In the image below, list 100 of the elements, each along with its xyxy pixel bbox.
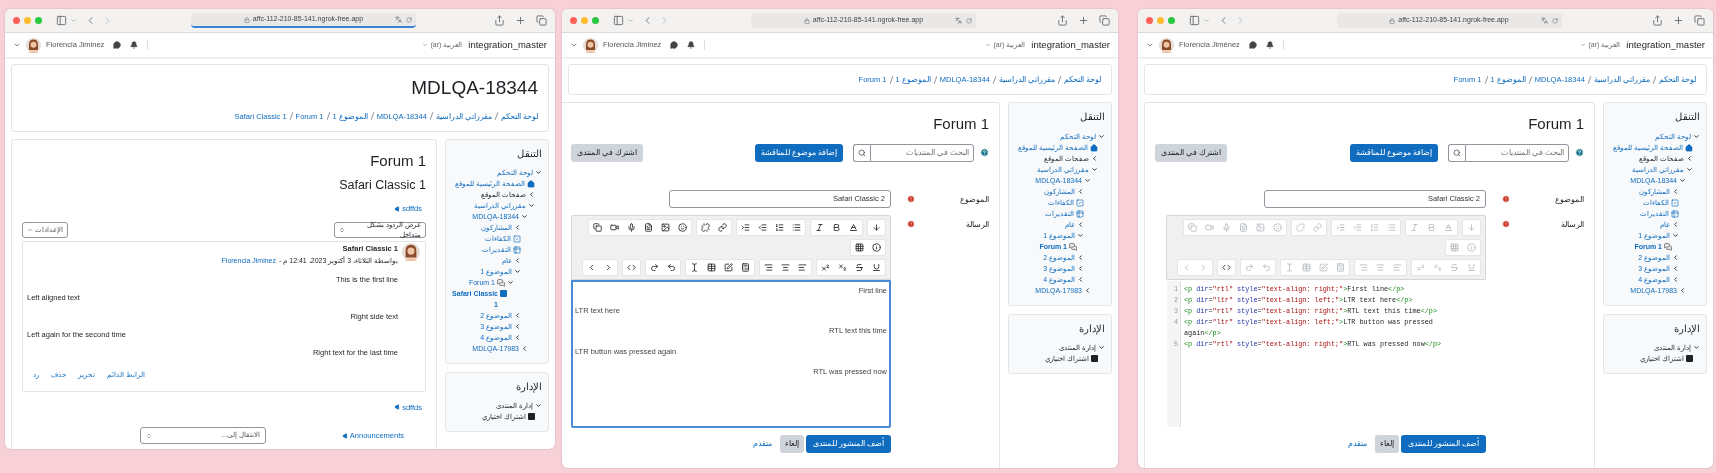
site-name[interactable]: integration_master xyxy=(1031,37,1110,53)
home-icon xyxy=(527,180,535,188)
play-icon xyxy=(394,404,401,411)
collapse-chevron-icon[interactable] xyxy=(1084,286,1091,294)
expand-chevron-icon[interactable] xyxy=(1084,176,1091,184)
sidebar-icon[interactable] xyxy=(1189,15,1200,26)
collapse-chevron-icon[interactable] xyxy=(514,312,521,319)
expand-chevron-icon[interactable] xyxy=(535,169,542,176)
search-button[interactable] xyxy=(853,143,870,162)
collapse-chevron-icon[interactable] xyxy=(1679,286,1686,294)
share-icon[interactable] xyxy=(1652,15,1663,26)
collapse-chevron-icon[interactable] xyxy=(1077,275,1084,283)
collapse-chevron-icon[interactable] xyxy=(1077,220,1084,228)
expand-chevron-icon[interactable] xyxy=(1693,343,1700,351)
chat-icon[interactable] xyxy=(113,41,122,49)
collapse-chevron-icon[interactable] xyxy=(1672,220,1679,228)
close-window-icon[interactable] xyxy=(1146,17,1153,24)
expand-chevron-icon[interactable] xyxy=(1098,132,1105,140)
play-icon xyxy=(341,432,348,439)
caret-icon[interactable] xyxy=(570,41,578,49)
lock-icon xyxy=(1389,17,1396,24)
help-icon[interactable] xyxy=(1575,148,1584,158)
page-title: Forum 1 xyxy=(369,150,426,171)
tabs-icon[interactable] xyxy=(1099,15,1110,26)
select-arrows-icon xyxy=(339,227,345,234)
caret-icon xyxy=(27,227,33,234)
expand-chevron-icon[interactable] xyxy=(1693,132,1700,140)
page-title: Forum 1 xyxy=(932,114,989,135)
square-icon xyxy=(528,413,535,421)
expand-chevron-icon[interactable] xyxy=(1098,343,1105,351)
collapse-chevron-icon[interactable] xyxy=(514,323,521,330)
new-tab-icon[interactable] xyxy=(1673,15,1684,26)
collapse-chevron-icon[interactable] xyxy=(1077,187,1084,195)
expand-chevron-icon[interactable] xyxy=(521,213,528,220)
collapse-chevron-icon[interactable] xyxy=(514,224,521,231)
expand-chevron-icon[interactable] xyxy=(1077,231,1084,239)
expand-chevron-icon[interactable] xyxy=(1672,231,1679,239)
collapse-chevron-icon[interactable] xyxy=(1672,253,1679,261)
tabs-icon[interactable] xyxy=(536,15,547,26)
collapse-chevron-icon[interactable] xyxy=(1672,187,1679,195)
caret-icon[interactable] xyxy=(1146,41,1154,49)
collapse-chevron-icon[interactable] xyxy=(514,334,521,341)
expand-chevron-icon[interactable] xyxy=(1686,165,1693,173)
close-window-icon[interactable] xyxy=(570,17,577,24)
sidebar-icon[interactable] xyxy=(56,15,67,26)
chat-icon[interactable] xyxy=(670,41,679,49)
bell-icon[interactable] xyxy=(130,41,139,49)
search-button[interactable] xyxy=(1448,143,1465,162)
expand-chevron-icon[interactable] xyxy=(1679,176,1686,184)
collapse-chevron-icon[interactable] xyxy=(514,257,521,264)
new-tab-icon[interactable] xyxy=(515,15,526,26)
caret-icon xyxy=(1580,42,1587,48)
help-icon[interactable] xyxy=(980,148,989,158)
new-tab-icon[interactable] xyxy=(1078,15,1089,26)
avatar xyxy=(583,37,598,53)
translate-icon[interactable] xyxy=(1540,17,1548,24)
search-icon xyxy=(1453,148,1461,157)
play-icon xyxy=(394,205,401,212)
caret-icon xyxy=(985,42,992,48)
discussion-title: Safari Classic 1 xyxy=(338,177,426,195)
sidebar-icon[interactable] xyxy=(613,15,624,26)
block-title: الإدارة xyxy=(1673,321,1700,336)
share-icon[interactable] xyxy=(494,15,505,26)
expand-chevron-icon[interactable] xyxy=(1091,165,1098,173)
bell-icon[interactable] xyxy=(1265,41,1274,49)
caret-icon[interactable] xyxy=(13,41,21,49)
collapse-chevron-icon[interactable] xyxy=(1091,154,1098,162)
site-name[interactable]: integration_master xyxy=(468,37,547,53)
checkbox-icon xyxy=(1671,198,1679,207)
expand-chevron-icon[interactable] xyxy=(535,402,542,410)
table-icon xyxy=(1671,209,1679,218)
translate-icon[interactable] xyxy=(395,16,402,23)
maximize-window-icon[interactable] xyxy=(592,17,599,24)
expand-chevron-icon[interactable] xyxy=(528,202,535,209)
collapse-chevron-icon[interactable] xyxy=(1077,253,1084,261)
page-title: Forum 1 xyxy=(1527,114,1584,135)
expand-chevron-icon[interactable] xyxy=(514,268,521,275)
collapse-chevron-icon[interactable] xyxy=(521,345,528,352)
square-icon xyxy=(500,290,507,297)
bell-icon[interactable] xyxy=(687,41,696,49)
collapse-chevron-icon[interactable] xyxy=(1686,154,1693,162)
site-name[interactable]: integration_master xyxy=(1626,37,1705,53)
forum-icon xyxy=(1664,242,1672,251)
block-title: الإدارة xyxy=(1078,321,1105,336)
collapse-chevron-icon[interactable] xyxy=(1672,264,1679,272)
collapse-chevron-icon[interactable] xyxy=(528,191,535,198)
close-window-icon[interactable] xyxy=(13,17,20,24)
maximize-window-icon[interactable] xyxy=(35,17,42,24)
collapse-chevron-icon[interactable] xyxy=(1672,275,1679,283)
square-icon xyxy=(1686,354,1693,362)
maximize-window-icon[interactable] xyxy=(1168,17,1175,24)
expand-chevron-icon[interactable] xyxy=(507,279,514,286)
home-icon xyxy=(1090,143,1098,152)
forum-icon xyxy=(497,279,505,287)
collapse-chevron-icon[interactable] xyxy=(1077,264,1084,272)
share-icon[interactable] xyxy=(1057,15,1068,26)
forum-icon xyxy=(1069,242,1077,251)
tabs-icon[interactable] xyxy=(1694,15,1705,26)
translate-icon[interactable] xyxy=(955,17,962,24)
chat-icon[interactable] xyxy=(1248,41,1257,49)
